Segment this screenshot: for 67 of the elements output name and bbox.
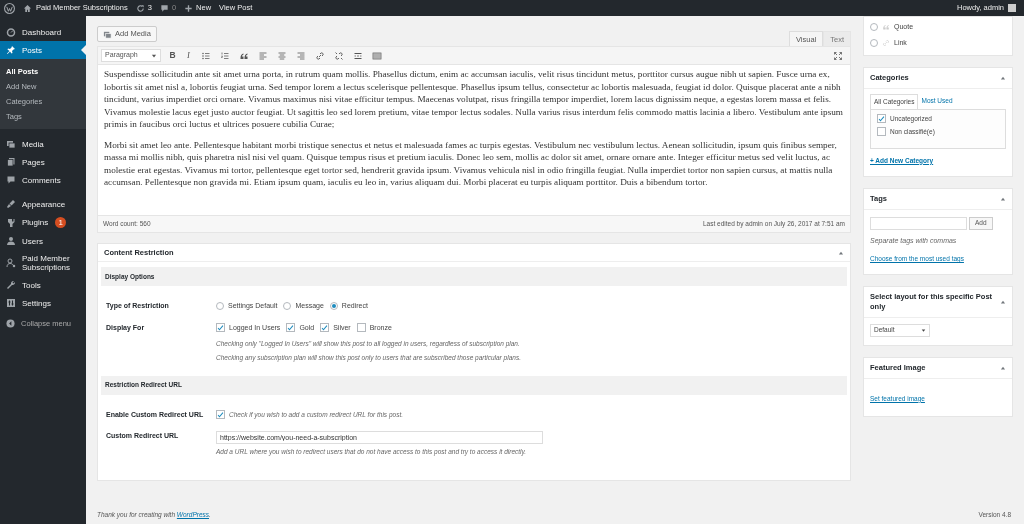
checkbox[interactable] bbox=[877, 126, 886, 136]
checkbox[interactable] bbox=[216, 410, 225, 420]
numbered-list-icon[interactable] bbox=[220, 50, 230, 61]
link-icon[interactable] bbox=[315, 50, 325, 61]
align-center-icon[interactable] bbox=[277, 50, 287, 61]
count-badge: 1 bbox=[55, 217, 67, 228]
fullscreen-icon[interactable] bbox=[833, 50, 843, 61]
radio-button[interactable] bbox=[329, 302, 338, 311]
sidebar-item[interactable]: Paid Member Subscriptions bbox=[0, 250, 86, 276]
bullet-list-icon[interactable] bbox=[201, 50, 211, 61]
checkbox[interactable] bbox=[216, 323, 225, 333]
sidebar-item[interactable]: Media bbox=[0, 135, 86, 153]
sidebar-item[interactable]: Dashboard bbox=[0, 23, 86, 41]
user-icon bbox=[6, 236, 16, 246]
media-icon bbox=[6, 139, 16, 149]
italic-button[interactable]: I bbox=[184, 49, 193, 62]
refresh-icon bbox=[135, 3, 145, 13]
quote-icon bbox=[882, 23, 890, 32]
collapse-caret-icon[interactable] bbox=[1000, 364, 1006, 371]
checkbox[interactable] bbox=[877, 114, 886, 124]
link-icon bbox=[882, 38, 890, 47]
checkbox[interactable] bbox=[286, 323, 296, 333]
wordpress-logo-icon[interactable] bbox=[4, 2, 15, 14]
tag-field[interactable] bbox=[870, 216, 967, 230]
toolbar-toggle-icon[interactable] bbox=[372, 50, 382, 61]
plug-icon bbox=[6, 217, 16, 228]
home-icon bbox=[23, 3, 32, 13]
collapse-caret-icon[interactable] bbox=[1000, 298, 1006, 305]
collapse-icon bbox=[6, 319, 15, 329]
unlink-icon[interactable] bbox=[334, 50, 344, 61]
align-right-icon[interactable] bbox=[296, 50, 306, 61]
radio-button[interactable] bbox=[870, 38, 878, 47]
settings-icon bbox=[6, 298, 16, 308]
align-left-icon[interactable] bbox=[258, 50, 268, 61]
radio-button[interactable] bbox=[870, 23, 878, 32]
media-icon bbox=[103, 29, 112, 39]
collapse-caret-icon[interactable] bbox=[838, 249, 844, 256]
comment-icon bbox=[159, 3, 169, 13]
sidebar-item[interactable]: Comments bbox=[0, 171, 86, 189]
sidebar-item[interactable]: Posts bbox=[0, 41, 86, 59]
avatar-icon bbox=[1008, 4, 1016, 12]
checkbox[interactable] bbox=[356, 323, 366, 333]
pages-icon bbox=[6, 157, 16, 167]
sidebar-item[interactable]: Plugins 1 bbox=[0, 213, 86, 232]
paragraph: Morbi sit amet leo ante. Pellentesque habitant morbi tristique senectus et netus et malesuada fames ac turpis egestas. Vestibulum nec vestibulum lectus. Aenean sollicitudin, ipsum quis finibus semper, massa mi mollis nibh, quis pharetra nisl nisi vel quam. Quisque tempus risus et pretium iaculis. Donec leo sem, mollis ac dolor sit amet, ornare ornare ante. Integer efficitur metus sed velit luctus, ac molestie erat egestas. Vivamus mi tortor, pellentesque eget tortor sed, hendrerit gravida ipsum. Vivamus vehicula nisl in odio fringilla feugiat. Nulla imperdiet tortor non sapien cursus, at mattis nulla accumsan. Pellentesque non gravida mi. Etiam ipsum quam, iaculis eu leo in, varius aliquam dui. Morbi placerat eu turpis aliquam porttitor. Duis a bibendum tortor. bbox=[104, 138, 838, 189]
dashboard-icon bbox=[6, 27, 16, 37]
sidebar-item[interactable]: Appearance bbox=[0, 195, 86, 213]
radio-button[interactable] bbox=[283, 302, 292, 311]
collapse-caret-icon[interactable] bbox=[1000, 75, 1006, 81]
comment-icon bbox=[6, 175, 16, 185]
checkbox[interactable] bbox=[320, 323, 330, 333]
plus-icon bbox=[184, 3, 194, 13]
paragraph: Suspendisse sollicitudin ante sit amet urna porta, in rutrum quam mollis. Phasellus dictum, enim ac accumsan iaculis, velit risus tincidunt metus, porttitor cursus augue nibh ut sapien. Fusce urna ex, lobortis sit amet nisl a, lobortis feugiat urna. Sed tempor lorem a lectus scelerisque pellentesque. Phasellus ipsum tellus, consectetur ac lobortis malesuada, feugiat id dolor. Quisque placerat ante a nibh tincidunt, varius imperdiet orci ornare. Vivamus maximus nisi vitae efficitur tempus. Maecenas volutpat, risus fringilla tempor imperdiet, lorem lacus dignissim neque, a egestas lorem massa et felis. Vivamus molestie lacus eget justo auctor feugiat. Ut sagittis leo sed lorem pretium, vitae tempor lectus sodales. Nulla varius risus interdum felis commodo mattis lacinia a libero. Vestibulum ante ipsum primis in faucibus orci luctus et ultrices posuere cubilia Curae; bbox=[104, 68, 844, 131]
bold-button[interactable]: B bbox=[168, 49, 177, 62]
sidebar-item[interactable]: Pages bbox=[0, 153, 86, 171]
sidebar-item[interactable]: Users bbox=[0, 232, 86, 250]
wrench-icon bbox=[6, 280, 16, 290]
sidebar-item[interactable]: Settings bbox=[0, 294, 86, 312]
caret-icon bbox=[921, 327, 926, 333]
sidebar-item[interactable]: Tools bbox=[0, 276, 86, 294]
pin-icon bbox=[6, 45, 16, 55]
read-more-icon[interactable] bbox=[353, 50, 363, 61]
caret-icon bbox=[151, 52, 157, 59]
radio-button[interactable] bbox=[216, 302, 224, 311]
collapse-caret-icon[interactable] bbox=[1000, 195, 1006, 202]
brush-icon bbox=[6, 199, 16, 209]
member-icon bbox=[6, 258, 16, 268]
